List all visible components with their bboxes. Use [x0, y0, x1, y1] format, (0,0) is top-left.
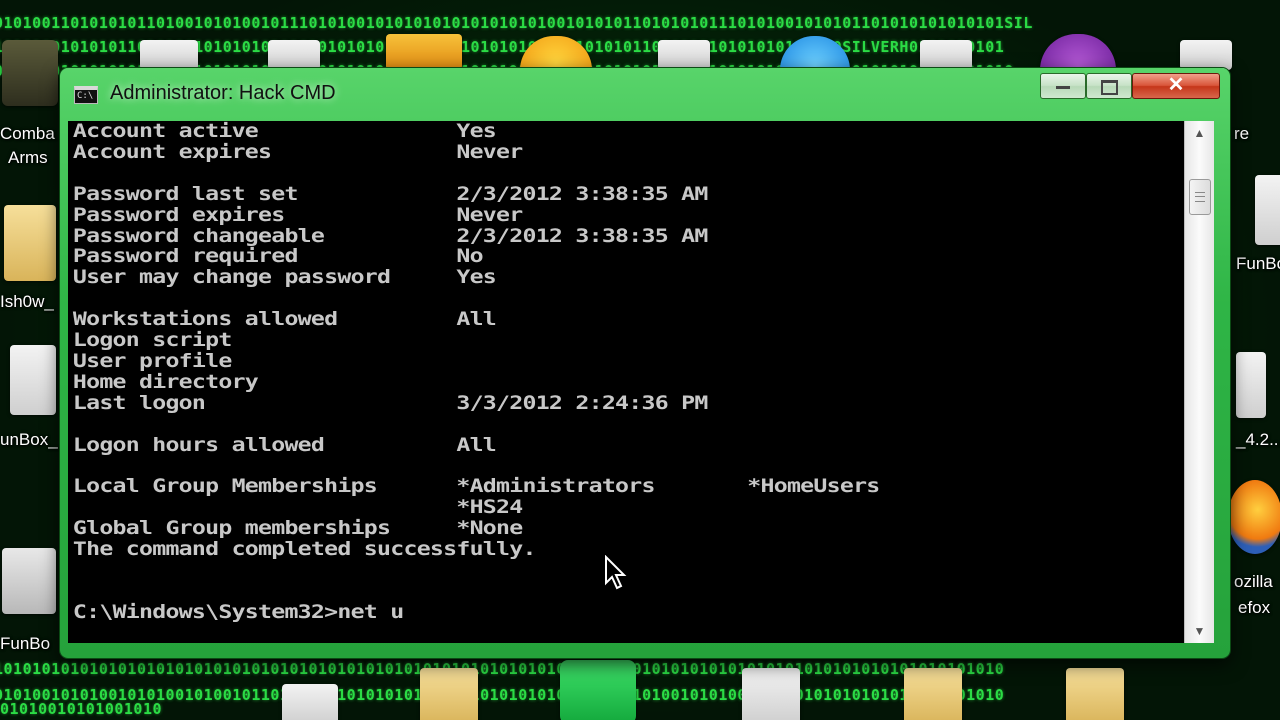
vertical-scrollbar[interactable]: ▲ ▼	[1184, 121, 1214, 643]
document-icon[interactable]	[1180, 40, 1232, 70]
scroll-down-arrow-icon[interactable]: ▼	[1185, 619, 1214, 643]
desktop-icon-label: ozilla	[1234, 572, 1273, 591]
maximize-button[interactable]	[1086, 73, 1132, 99]
document-icon[interactable]	[920, 40, 972, 70]
binary-wallpaper-row: 1010101010101010101010101010101010101010…	[0, 660, 1005, 678]
document-icon[interactable]	[1255, 175, 1280, 245]
console-text: Account active Yes Account expires Never…	[72, 121, 880, 623]
window-title: Administrator: Hack CMD	[110, 82, 336, 104]
scroll-up-arrow-icon[interactable]: ▲	[1185, 121, 1214, 145]
desktop-icon-label: _4.2...	[1236, 430, 1280, 449]
document-icon[interactable]	[10, 345, 56, 415]
document-icon[interactable]	[268, 40, 320, 70]
document-icon[interactable]	[742, 668, 800, 720]
folder-icon[interactable]	[4, 205, 56, 281]
document-icon[interactable]	[282, 684, 338, 720]
command-prompt-icon: C:\	[74, 86, 98, 104]
folder-icon[interactable]	[904, 668, 962, 720]
desktop-icon-label: re	[1234, 124, 1250, 143]
title-bar[interactable]: C:\ Administrator: Hack CMD ✕	[60, 68, 1230, 120]
desktop-icon-label: Comba	[0, 124, 55, 143]
folder-icon[interactable]	[1066, 668, 1124, 720]
desktop-icon-label: FunBo	[0, 634, 51, 653]
desktop-icon-label: Ish0w_	[0, 292, 54, 311]
desktop-icon-label: FunBo	[1236, 254, 1280, 273]
cmd-window[interactable]: C:\ Administrator: Hack CMD ✕ Account ac…	[60, 68, 1230, 658]
scrollbar-thumb[interactable]	[1189, 179, 1211, 215]
app-icon[interactable]	[560, 660, 636, 720]
firefox-icon[interactable]	[1228, 480, 1280, 554]
combat-arms-icon[interactable]	[2, 40, 58, 106]
app-icon[interactable]	[140, 40, 198, 70]
grip-icon	[1195, 192, 1205, 202]
desktop-icon-label: efox	[1238, 598, 1271, 617]
close-button[interactable]: ✕	[1132, 73, 1220, 99]
app-icon[interactable]	[386, 34, 462, 70]
funbox-icon[interactable]	[2, 548, 56, 614]
minimize-button[interactable]	[1040, 73, 1086, 99]
document-icon[interactable]	[658, 40, 710, 70]
folder-icon[interactable]	[420, 668, 478, 720]
binary-wallpaper-row: 01010010101001010	[0, 700, 163, 718]
maximize-icon	[1100, 80, 1118, 95]
document-icon[interactable]	[1236, 352, 1266, 418]
minimize-icon	[1056, 86, 1070, 89]
mouse-cursor-icon	[605, 555, 627, 590]
desktop-icon-label: Arms	[8, 148, 48, 167]
app-icon[interactable]	[1040, 34, 1116, 70]
close-icon: ✕	[1167, 74, 1185, 96]
desktop-icon-label: unBox_	[0, 430, 58, 449]
binary-wallpaper-row: 0101001101010101101001010100101110101001…	[0, 14, 1033, 32]
